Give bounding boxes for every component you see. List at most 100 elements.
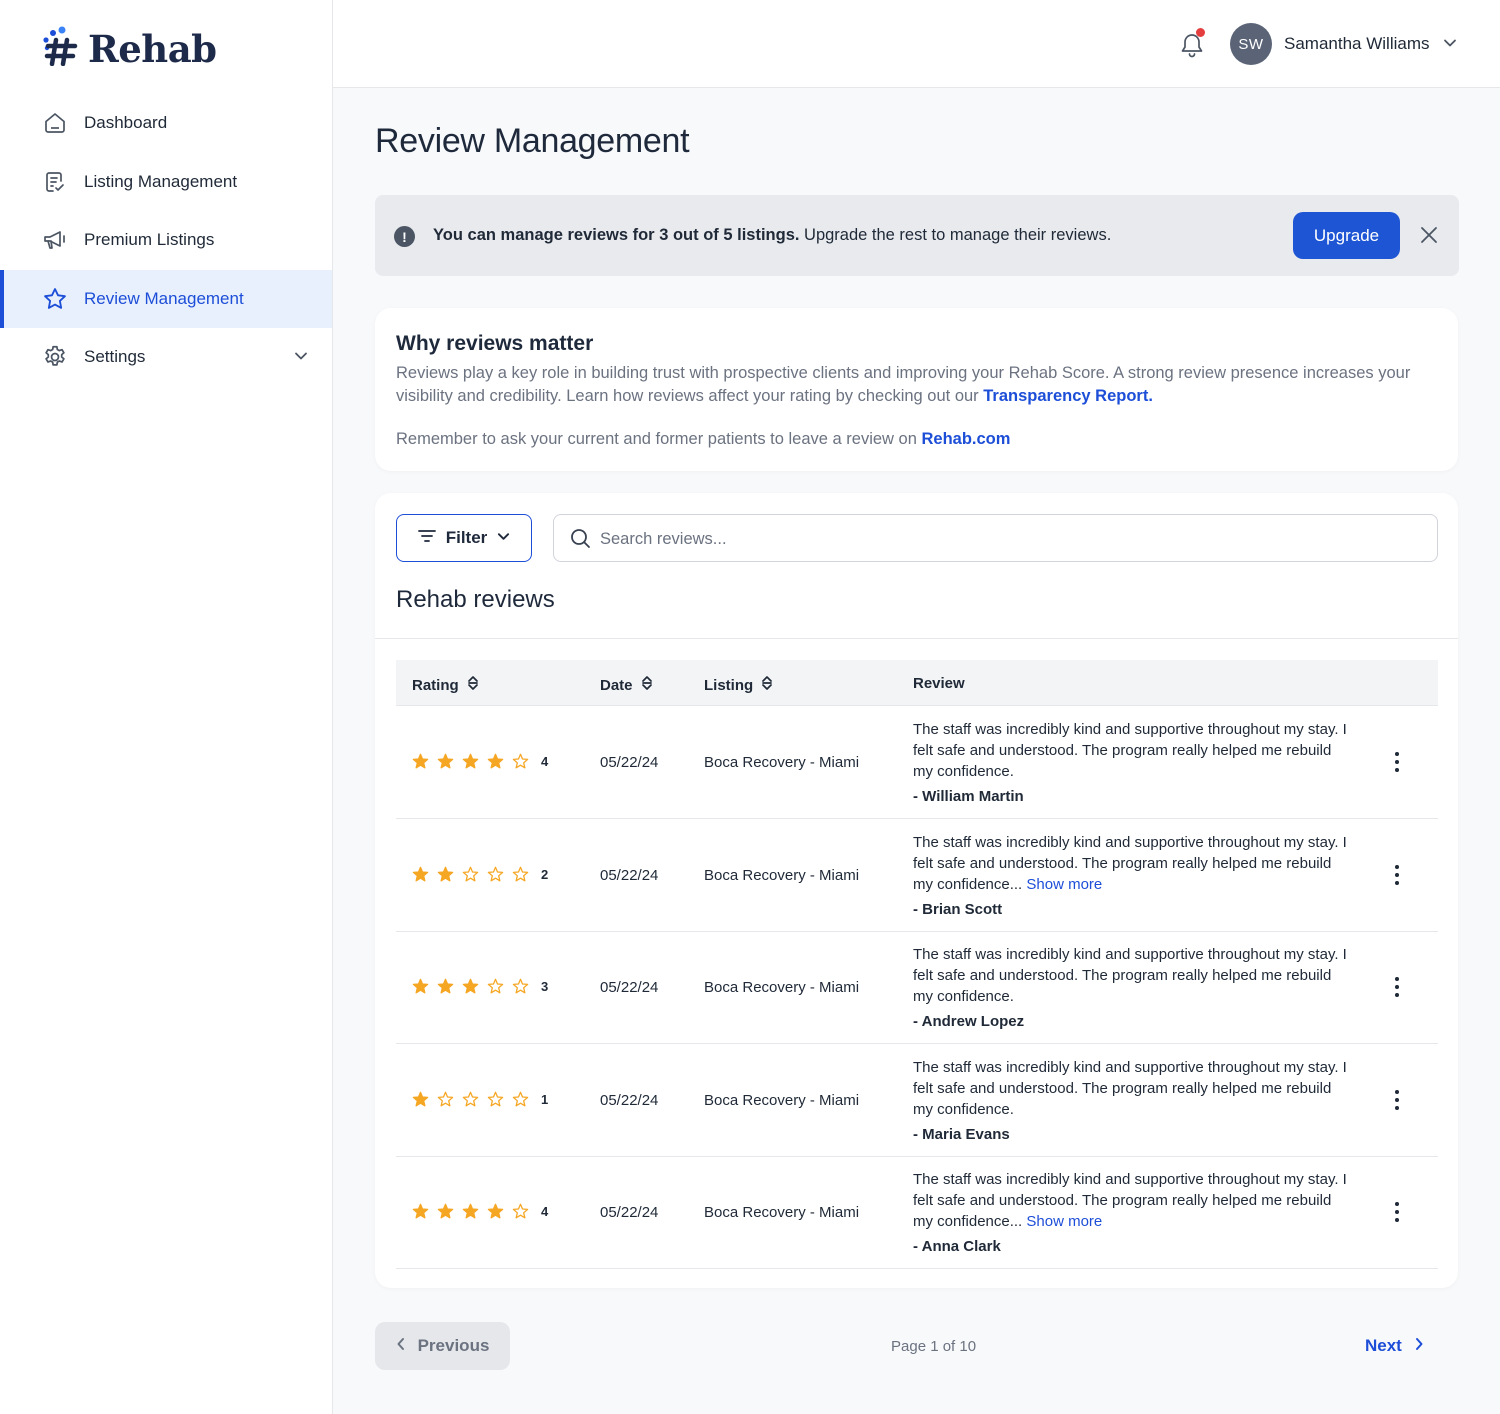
more-options-icon[interactable] xyxy=(1392,865,1402,885)
rating-value: 1 xyxy=(541,1091,549,1107)
more-options-icon[interactable] xyxy=(1392,977,1402,997)
sidebar-item-label: Premium Listings xyxy=(84,230,215,250)
review-listing: Boca Recovery - Miami xyxy=(704,979,860,996)
column-listing[interactable]: Listing xyxy=(704,675,773,695)
review-author: - Brian Scott xyxy=(913,901,1003,918)
filter-button[interactable]: Filter xyxy=(396,514,532,562)
why-paragraph-text: Reviews play a key role in building trus… xyxy=(396,364,1411,405)
chevron-down-icon[interactable] xyxy=(1443,36,1457,55)
rehab-com-link[interactable]: Rehab.com xyxy=(922,430,1011,448)
star-filled-icon xyxy=(437,1203,458,1219)
column-date[interactable]: Date xyxy=(600,675,653,695)
star-rating: 1 xyxy=(412,1091,548,1107)
star-filled-icon xyxy=(462,1203,483,1219)
previous-label: Previous xyxy=(417,1336,490,1355)
star-filled-icon xyxy=(412,753,433,769)
transparency-report-link[interactable]: Transparency Report. xyxy=(983,387,1153,405)
search-field[interactable] xyxy=(553,514,1438,562)
next-button[interactable]: Next xyxy=(1365,1322,1424,1370)
star-empty-icon xyxy=(462,866,483,882)
star-filled-icon xyxy=(462,753,483,769)
column-listing-label: Listing xyxy=(704,676,754,694)
column-review: Review xyxy=(913,675,965,692)
sidebar-item-label: Review Management xyxy=(84,288,244,308)
review-listing: Boca Recovery - Miami xyxy=(704,1092,860,1109)
star-rating: 2 xyxy=(412,866,548,882)
chevron-down-icon[interactable] xyxy=(294,348,308,368)
star-filled-icon xyxy=(487,753,508,769)
star-empty-icon xyxy=(512,978,533,994)
star-empty-icon xyxy=(512,866,533,882)
star-empty-icon xyxy=(437,1091,458,1107)
sidebar-item-review-management[interactable]: Review Management xyxy=(0,269,332,328)
brand-name: Rehab xyxy=(88,26,217,71)
more-options-icon[interactable] xyxy=(1392,1090,1402,1110)
show-more-link[interactable]: Show more xyxy=(1022,1213,1102,1230)
star-filled-icon xyxy=(412,1091,433,1107)
chevron-right-icon xyxy=(1414,1336,1424,1356)
notification-dot xyxy=(1196,28,1205,37)
column-rating[interactable]: Rating xyxy=(412,675,479,695)
more-options-icon[interactable] xyxy=(1392,752,1402,772)
home-icon xyxy=(42,110,68,136)
filter-icon xyxy=(417,528,436,548)
sidebar-item-premium-listings[interactable]: Premium Listings xyxy=(0,211,332,270)
star-filled-icon xyxy=(412,866,433,882)
brand-logo[interactable]: Rehab xyxy=(42,26,217,71)
star-empty-icon xyxy=(487,866,508,882)
star-filled-icon xyxy=(412,1203,433,1219)
reviews-title: Rehab reviews xyxy=(396,586,555,613)
notification-bell-icon[interactable] xyxy=(1179,28,1205,58)
sidebar-item-dashboard[interactable]: Dashboard xyxy=(0,94,332,153)
sidebar-item-settings[interactable]: Settings xyxy=(0,328,332,387)
previous-button[interactable]: Previous xyxy=(375,1322,510,1370)
sidebar-nav: Dashboard Listing Management Premium Lis… xyxy=(0,94,332,387)
sort-icon xyxy=(641,675,653,695)
chevron-down-icon xyxy=(497,528,510,548)
star-filled-icon xyxy=(487,1203,508,1219)
show-more-link[interactable]: Show more xyxy=(1022,876,1102,893)
review-text: The staff was incredibly kind and suppor… xyxy=(913,1169,1353,1232)
close-icon[interactable] xyxy=(1420,226,1438,244)
reviews-card: Filter Rehab reviews Rating Date Listing… xyxy=(375,493,1458,1288)
column-rating-label: Rating xyxy=(412,676,459,694)
reminder-text: Remember to ask your current and former … xyxy=(396,430,922,448)
clipboard-icon xyxy=(42,169,68,195)
table-header: Rating Date Listing Review xyxy=(396,660,1438,706)
filter-label: Filter xyxy=(445,528,488,547)
star-empty-icon xyxy=(512,753,533,769)
review-date: 05/22/24 xyxy=(600,1204,659,1221)
alert-icon: ! xyxy=(394,226,415,247)
review-text: The staff was incredibly kind and suppor… xyxy=(913,944,1353,1007)
user-name[interactable]: Samantha Williams xyxy=(1284,34,1430,54)
table-row: 4 05/22/24 Boca Recovery - Miami The sta… xyxy=(396,706,1438,819)
chevron-left-icon xyxy=(396,1336,406,1356)
megaphone-icon xyxy=(42,227,68,253)
upgrade-button[interactable]: Upgrade xyxy=(1293,212,1400,259)
top-bar: SW Samantha Williams xyxy=(333,0,1500,88)
search-input[interactable] xyxy=(600,525,1400,553)
banner-message: You can manage reviews for 3 out of 5 li… xyxy=(433,226,1111,245)
rating-value: 4 xyxy=(541,1203,549,1219)
review-author: - Maria Evans xyxy=(913,1126,1010,1143)
review-body: The staff was incredibly kind and suppor… xyxy=(913,1171,1347,1230)
pagination: Previous Page 1 of 10 Next xyxy=(375,1322,1458,1370)
star-filled-icon xyxy=(437,866,458,882)
review-body: The staff was incredibly kind and suppor… xyxy=(913,1059,1347,1118)
star-filled-icon xyxy=(412,978,433,994)
review-date: 05/22/24 xyxy=(600,979,659,996)
banner-bold-text: You can manage reviews for 3 out of 5 li… xyxy=(433,226,800,244)
review-body: The staff was incredibly kind and suppor… xyxy=(913,946,1347,1005)
sidebar: Rehab Dashboard Listing Management Premi… xyxy=(0,0,333,1414)
star-rating: 4 xyxy=(412,753,548,769)
upgrade-banner: ! You can manage reviews for 3 out of 5 … xyxy=(375,195,1459,276)
review-text: The staff was incredibly kind and suppor… xyxy=(913,1057,1353,1120)
star-rating: 3 xyxy=(412,978,548,994)
reminder-paragraph: Remember to ask your current and former … xyxy=(396,428,1436,451)
avatar[interactable]: SW xyxy=(1230,23,1272,65)
review-author: - Anna Clark xyxy=(913,1238,1001,1255)
sidebar-item-listing-management[interactable]: Listing Management xyxy=(0,153,332,212)
rating-value: 4 xyxy=(541,753,549,769)
star-icon xyxy=(42,286,68,312)
more-options-icon[interactable] xyxy=(1392,1202,1402,1222)
